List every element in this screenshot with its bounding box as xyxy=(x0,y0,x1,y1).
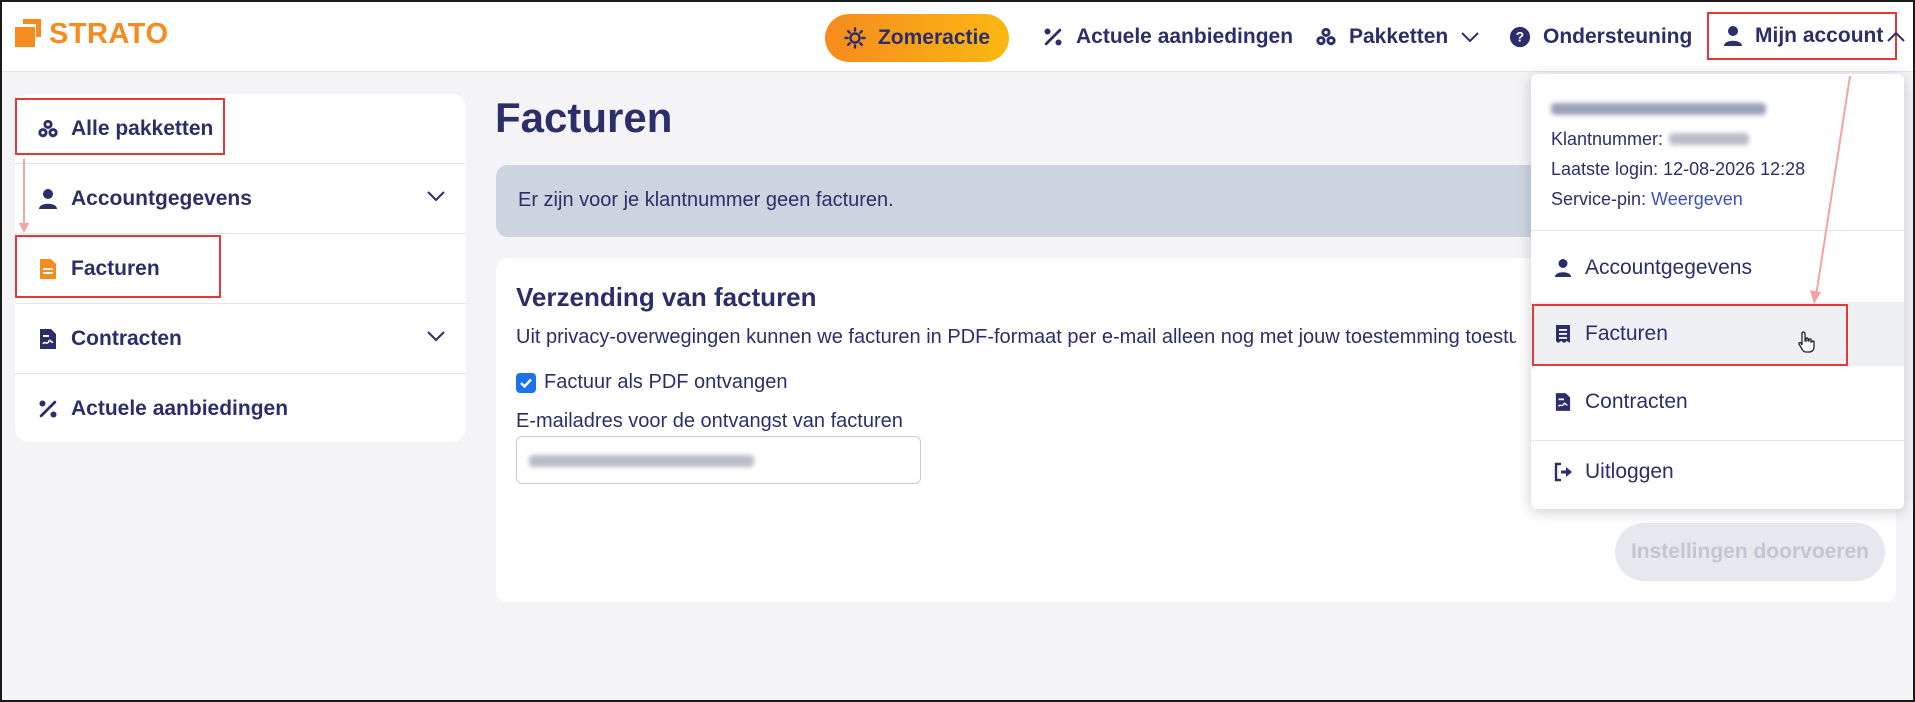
blurred-customer-number xyxy=(1669,133,1750,145)
pdf-checkbox-row[interactable]: Factuur als PDF ontvangen xyxy=(516,371,787,394)
account-name xyxy=(1551,94,1805,124)
divider xyxy=(1531,230,1904,231)
user-icon xyxy=(1553,258,1573,278)
chevron-up-icon[interactable] xyxy=(1886,30,1906,44)
card-description: Uit privacy-overwegingen kunnen we factu… xyxy=(516,326,1516,348)
svg-text:?: ? xyxy=(1516,30,1524,45)
sun-icon xyxy=(844,27,866,49)
notice-text: Er zijn voor je klantnummer geen facture… xyxy=(518,189,894,211)
blurred-email xyxy=(529,455,754,467)
contract-icon xyxy=(37,328,59,350)
last-login-value: 12-08-2026 12:28 xyxy=(1663,158,1806,179)
customer-number-row: Klantnummer: xyxy=(1551,124,1805,154)
last-login-label: Laatste login: xyxy=(1551,158,1659,179)
sidebar-item-label: Contracten xyxy=(71,327,182,350)
percent-icon xyxy=(37,398,59,420)
sidebar-item-label: Facturen xyxy=(71,257,160,280)
service-pin-link[interactable]: Weergeven xyxy=(1651,189,1743,210)
invoice-icon xyxy=(37,258,59,280)
customer-number-label: Klantnummer: xyxy=(1551,128,1664,149)
promo-button[interactable]: Zomeractie xyxy=(825,14,1009,62)
dropdown-item-uitloggen[interactable]: Uitloggen xyxy=(1531,440,1904,504)
sidebar-item-alle-pakketten[interactable]: Alle pakketten xyxy=(15,94,466,164)
user-icon xyxy=(1723,25,1743,47)
percent-icon xyxy=(1042,26,1064,48)
chevron-down-icon[interactable] xyxy=(426,329,446,343)
sidebar-item-accountgegevens[interactable]: Accountgegevens xyxy=(15,164,466,234)
card-title: Verzending van facturen xyxy=(516,282,817,312)
sidebar-item-label: Accountgegevens xyxy=(71,187,252,210)
strato-logo[interactable]: STRATO xyxy=(15,17,169,51)
hand-cursor-icon xyxy=(1797,330,1817,354)
email-label: E-mailadres voor de ontvangst van factur… xyxy=(516,410,903,432)
dropdown-item-label: Uitloggen xyxy=(1585,460,1674,483)
nav-actuele-aanbiedingen[interactable]: Actuele aanbiedingen xyxy=(1042,14,1293,60)
user-icon xyxy=(37,188,59,210)
service-pin-row: Service-pin: Weergeven xyxy=(1551,184,1805,214)
checkbox-label: Factuur als PDF ontvangen xyxy=(544,371,788,393)
service-pin-label: Service-pin: xyxy=(1551,188,1647,209)
sidebar-item-contracten[interactable]: Contracten xyxy=(15,304,466,374)
sidebar: Alle pakketten Accountgegevens Facturen … xyxy=(15,94,466,442)
chevron-down-icon[interactable] xyxy=(426,189,446,203)
dropdown-item-label: Contracten xyxy=(1585,390,1688,413)
dropdown-item-label: Accountgegevens xyxy=(1585,256,1752,279)
account-dropdown: Klantnummer: Laatste login: 12-08-2026 1… xyxy=(1531,74,1904,509)
nav-ondersteuning[interactable]: ? Ondersteuning xyxy=(1509,14,1692,60)
nav-label: Pakketten xyxy=(1349,25,1449,48)
mijn-account-button[interactable]: Mijn account xyxy=(1706,12,1898,60)
sidebar-item-facturen[interactable]: Facturen xyxy=(15,234,466,304)
chevron-down-icon xyxy=(1460,30,1480,44)
logo-text: STRATO xyxy=(49,17,169,50)
strato-logo-mark xyxy=(15,17,41,51)
account-info: Klantnummer: Laatste login: 12-08-2026 1… xyxy=(1551,94,1805,214)
nav-label: Actuele aanbiedingen xyxy=(1076,25,1294,48)
blurred-name xyxy=(1551,103,1766,115)
email-field[interactable] xyxy=(516,436,921,484)
packages-icon xyxy=(37,118,59,140)
page-title: Facturen xyxy=(495,94,673,141)
promo-label: Zomeractie xyxy=(877,26,991,49)
top-header: STRATO Zomeractie Actuele aanbiedingen P… xyxy=(2,2,1913,72)
contract-icon xyxy=(1553,392,1573,412)
dropdown-item-accountgegevens[interactable]: Accountgegevens xyxy=(1531,236,1904,300)
sidebar-item-actuele-aanbiedingen[interactable]: Actuele aanbiedingen xyxy=(15,374,466,444)
packages-icon xyxy=(1315,26,1337,48)
pdf-checkbox[interactable] xyxy=(516,372,536,393)
dropdown-item-facturen[interactable]: Facturen xyxy=(1531,302,1904,366)
logout-icon xyxy=(1553,462,1573,482)
sidebar-item-label: Alle pakketten xyxy=(71,117,214,140)
apply-settings-button[interactable]: Instellingen doorvoeren xyxy=(1615,523,1885,581)
account-label: Mijn account xyxy=(1755,24,1884,47)
help-icon: ? xyxy=(1509,26,1531,48)
dropdown-item-label: Facturen xyxy=(1585,322,1668,345)
nav-pakketten[interactable]: Pakketten xyxy=(1315,14,1480,60)
last-login-row: Laatste login: 12-08-2026 12:28 xyxy=(1551,154,1805,184)
invoice-icon xyxy=(1553,324,1573,344)
sidebar-item-label: Actuele aanbiedingen xyxy=(71,397,289,420)
nav-label: Ondersteuning xyxy=(1543,25,1693,48)
dropdown-item-contracten[interactable]: Contracten xyxy=(1531,370,1904,434)
